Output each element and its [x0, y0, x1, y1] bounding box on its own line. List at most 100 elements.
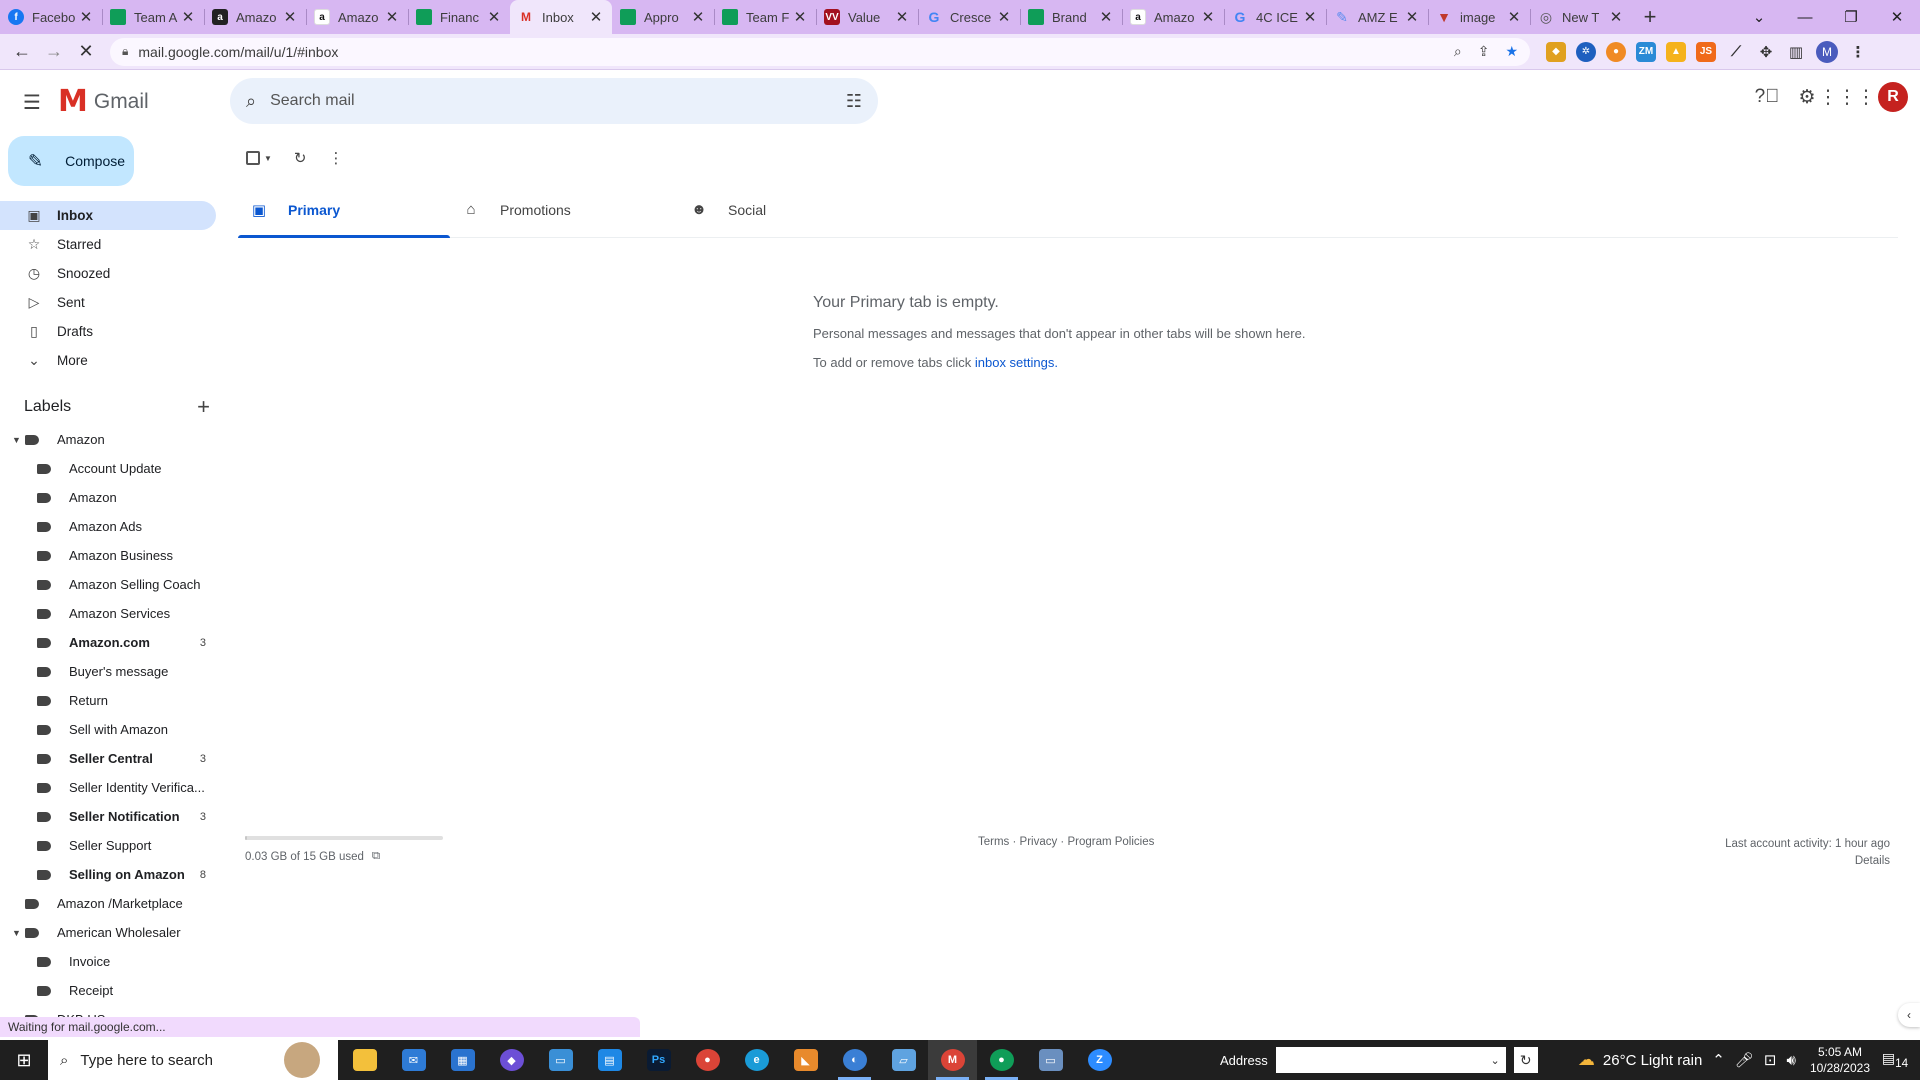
lock-icon[interactable]: 🔒︎: [122, 44, 128, 59]
side-panel-icon[interactable]: ▥: [1786, 42, 1806, 62]
search-options-icon[interactable]: ☷: [846, 91, 862, 112]
minimize-button[interactable]: —: [1782, 9, 1828, 26]
network-icon[interactable]: ⊡: [1764, 1051, 1777, 1069]
orange-app-icon[interactable]: ◣: [781, 1040, 830, 1080]
more-options-icon[interactable]: ⋮: [329, 149, 344, 167]
close-tab-icon[interactable]: ✕: [588, 8, 604, 26]
chrome-profile-icon[interactable]: ●: [977, 1040, 1026, 1080]
browser-tab[interactable]: M Inbox ✕: [510, 0, 612, 34]
extension-icon-3[interactable]: ●: [1606, 41, 1626, 62]
label-item[interactable]: Seller Notification 3: [0, 802, 216, 831]
address-input[interactable]: ⌄: [1275, 1047, 1506, 1073]
puzzle-icon[interactable]: ✥: [1756, 42, 1776, 62]
create-label-plus-icon[interactable]: +: [197, 394, 210, 420]
browser-tab[interactable]: G 4C ICE ✕: [1224, 0, 1326, 34]
close-tab-icon[interactable]: ✕: [996, 8, 1012, 26]
extension-icon-1[interactable]: ◆: [1546, 41, 1566, 62]
tab-social[interactable]: ☻ Social: [678, 182, 890, 237]
taskbar-search-box[interactable]: ⌕ Type here to search: [48, 1040, 338, 1080]
label-item[interactable]: Buyer's message: [0, 657, 216, 686]
browser-tab[interactable]: ◎ New T ✕: [1530, 0, 1632, 34]
side-panel-toggle-chevron-icon[interactable]: ‹: [1898, 1003, 1920, 1027]
forward-button[interactable]: →: [40, 38, 68, 66]
browser-tab[interactable]: ✎ AMZ E ✕: [1326, 0, 1428, 34]
maximize-button[interactable]: ❐: [1828, 8, 1874, 26]
weather-widget[interactable]: ☁ 26°C Light rain: [1578, 1050, 1702, 1070]
close-tab-icon[interactable]: ✕: [792, 8, 808, 26]
compose-button[interactable]: ✎ Compose: [8, 136, 134, 186]
browser-app-icon[interactable]: ◐: [830, 1040, 879, 1080]
window-app-icon[interactable]: ▭: [1026, 1040, 1075, 1080]
inbox-settings-link[interactable]: inbox settings: [975, 355, 1055, 370]
close-tab-icon[interactable]: ✕: [1404, 8, 1420, 26]
search-icon[interactable]: ⌕: [246, 91, 256, 112]
tab-search-icon[interactable]: ⌄: [1736, 8, 1782, 26]
browser-tab[interactable]: Team F ✕: [714, 0, 816, 34]
taskbar-clock[interactable]: 5:05 AM 10/28/2023: [1810, 1044, 1870, 1076]
label-item[interactable]: Seller Central 3: [0, 744, 216, 773]
browser-tab[interactable]: G Cresce ✕: [918, 0, 1020, 34]
label-item[interactable]: Amazon Selling Coach: [0, 570, 216, 599]
file-explorer-icon[interactable]: [340, 1040, 389, 1080]
close-tab-icon[interactable]: ✕: [894, 8, 910, 26]
bookmark-star-icon[interactable]: ★: [1505, 43, 1518, 60]
microphone-icon[interactable]: 🎤︎: [1735, 1051, 1754, 1069]
close-tab-icon[interactable]: ✕: [1608, 8, 1624, 26]
close-tab-icon[interactable]: ✕: [180, 8, 196, 26]
footer-links[interactable]: Terms · Privacy · Program Policies: [978, 836, 1154, 848]
tab-primary[interactable]: ▣ Primary: [238, 182, 450, 238]
details-link[interactable]: Details: [1725, 853, 1890, 870]
settings-gear-icon[interactable]: ⚙: [1794, 84, 1820, 110]
label-item[interactable]: Amazon Ads: [0, 512, 216, 541]
browser-tab[interactable]: f Facebo ✕: [0, 0, 102, 34]
browser-tab[interactable]: ▼ image ✕: [1428, 0, 1530, 34]
sidebar-item-starred[interactable]: ☆ Starred: [0, 230, 216, 259]
label-item[interactable]: Selling on Amazon 8: [0, 860, 216, 889]
expand-caret-icon[interactable]: ▼: [12, 435, 21, 445]
windows-start-icon[interactable]: ⊞: [0, 1040, 48, 1080]
close-tab-icon[interactable]: ✕: [690, 8, 706, 26]
monitor-app-icon[interactable]: ▭: [536, 1040, 585, 1080]
purple-app-icon[interactable]: ◆: [487, 1040, 536, 1080]
chrome-icon[interactable]: ●: [683, 1040, 732, 1080]
browser-tab[interactable]: Brand ✕: [1020, 0, 1122, 34]
tab-promotions[interactable]: ⌂ Promotions: [450, 182, 678, 237]
refresh-icon[interactable]: ↻: [294, 149, 307, 167]
back-button[interactable]: ←: [8, 38, 36, 66]
close-window-button[interactable]: ✕: [1874, 8, 1920, 26]
label-item[interactable]: Account Update: [0, 454, 216, 483]
stop-loading-button[interactable]: ✕: [72, 38, 100, 66]
label-item[interactable]: Receipt: [0, 976, 216, 1005]
close-tab-icon[interactable]: ✕: [1200, 8, 1216, 26]
label-item[interactable]: ▼ American Wholesaler: [0, 918, 216, 947]
zoom-app-icon[interactable]: Z: [1075, 1040, 1124, 1080]
new-tab-button[interactable]: +: [1632, 0, 1668, 34]
main-menu-icon[interactable]: ☰: [8, 78, 56, 126]
select-all-checkbox[interactable]: ▼: [246, 151, 272, 165]
mail-app-icon[interactable]: ✉: [389, 1040, 438, 1080]
address-bar[interactable]: 🔒︎ mail.google.com/mail/u/1/#inbox ⌕ ⇪ ★: [110, 37, 1530, 66]
browser-profile-avatar[interactable]: M: [1816, 40, 1838, 63]
browser-tab[interactable]: Team A ✕: [102, 0, 204, 34]
close-tab-icon[interactable]: ✕: [78, 8, 94, 26]
browser-tab[interactable]: VV Value ✕: [816, 0, 918, 34]
browser-tab[interactable]: a Amazo ✕: [306, 0, 408, 34]
label-item[interactable]: Amazon /Marketplace: [0, 889, 216, 918]
label-item[interactable]: Amazon Business: [0, 541, 216, 570]
close-tab-icon[interactable]: ✕: [1506, 8, 1522, 26]
expand-caret-icon[interactable]: ▼: [12, 928, 21, 938]
label-item[interactable]: Sell with Amazon: [0, 715, 216, 744]
notepad-app-icon[interactable]: ▱: [879, 1040, 928, 1080]
apps-grid-icon[interactable]: ⋮⋮⋮: [1819, 84, 1876, 110]
extension-icon-4[interactable]: ZM: [1636, 41, 1656, 62]
close-tab-icon[interactable]: ✕: [384, 8, 400, 26]
sidebar-item-inbox[interactable]: ▣ Inbox: [0, 201, 216, 230]
url-text[interactable]: mail.google.com/mail/u/1/#inbox: [138, 44, 1453, 60]
close-tab-icon[interactable]: ✕: [1302, 8, 1318, 26]
search-input[interactable]: [270, 92, 846, 110]
browser-tab[interactable]: a Amazo ✕: [204, 0, 306, 34]
store-app-icon[interactable]: ▦: [438, 1040, 487, 1080]
address-go-icon[interactable]: ↻: [1513, 1047, 1538, 1073]
zoom-icon[interactable]: ⌕: [1454, 43, 1462, 60]
label-item[interactable]: Amazon.com 3: [0, 628, 216, 657]
